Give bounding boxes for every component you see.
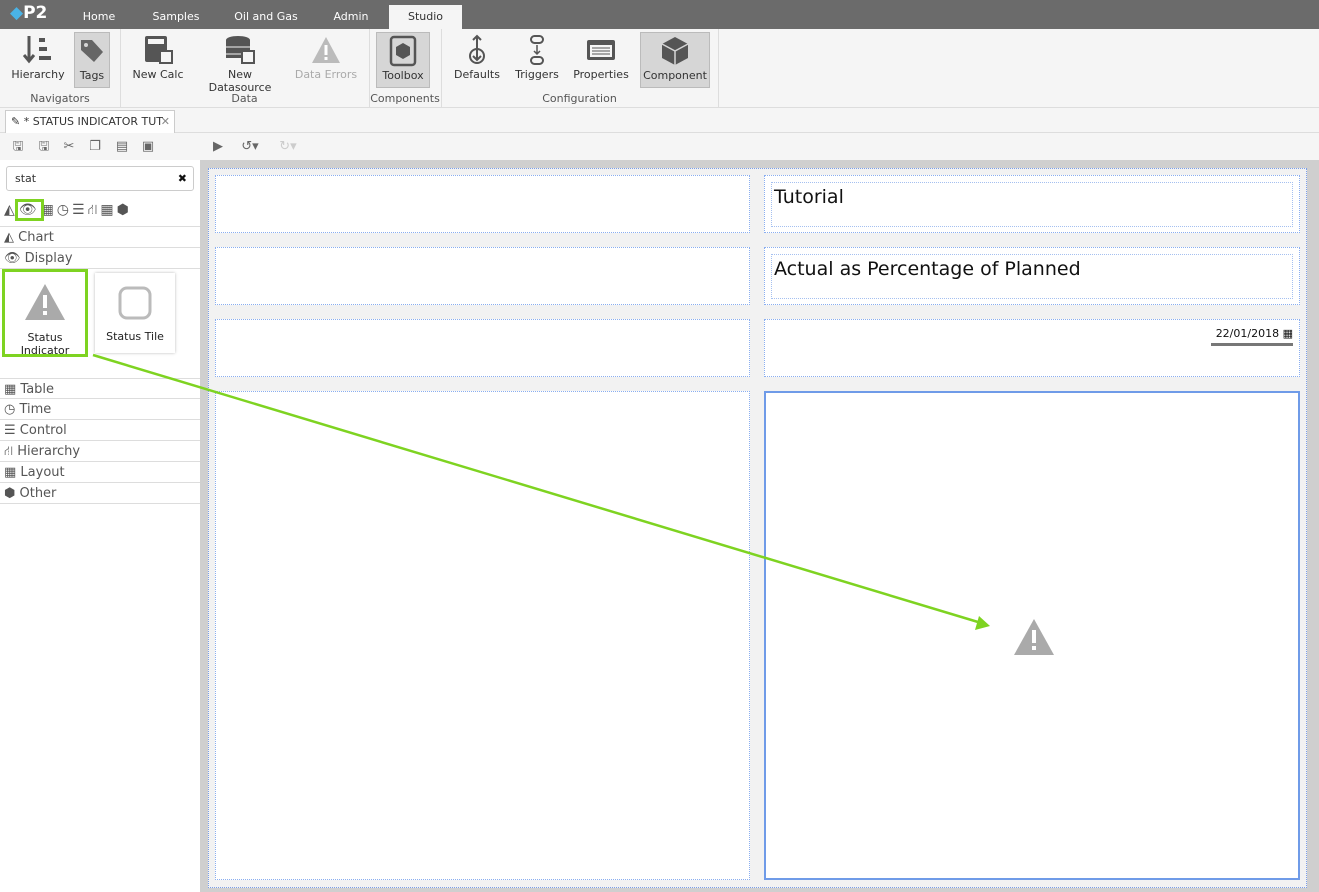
tab-home[interactable]: Home bbox=[70, 5, 128, 29]
toolbox-icon bbox=[377, 33, 429, 69]
tag-icon bbox=[75, 33, 109, 69]
data-errors-button[interactable]: Data Errors bbox=[294, 32, 358, 88]
document-tab-strip: ✎ * STATUS INDICATOR TUT ✕ bbox=[0, 108, 1319, 133]
title-cell[interactable]: Tutorial bbox=[764, 175, 1300, 233]
paste-icon[interactable]: ▤ bbox=[114, 139, 130, 155]
category-table[interactable]: ▦ Table bbox=[0, 378, 200, 399]
new-calc-button[interactable]: New Calc bbox=[130, 32, 186, 88]
category-layout[interactable]: ▦ Layout bbox=[0, 462, 200, 483]
save-icon[interactable]: 🖫 bbox=[10, 139, 26, 155]
ribbon: Hierarchy Tags New Calc New Datasource D… bbox=[0, 29, 1319, 108]
empty-cell[interactable] bbox=[215, 247, 750, 305]
toolbox-panel: stat ✖ ◭👁▦◷☰⛙▦⬢ ◭ Chart 👁 Display Status … bbox=[0, 160, 200, 892]
tags-button[interactable]: Tags bbox=[74, 32, 110, 88]
table-icon: ▦ bbox=[4, 382, 21, 397]
category-display[interactable]: 👁 Display bbox=[0, 248, 200, 269]
category-filter-bar: ◭👁▦◷☰⛙▦⬢ bbox=[4, 199, 132, 221]
rounded-square-icon bbox=[118, 286, 152, 320]
empty-cell[interactable] bbox=[215, 391, 750, 880]
edit-icon: ✎ bbox=[11, 115, 24, 128]
grid-icon: ▦ bbox=[4, 465, 21, 480]
properties-button[interactable]: Properties bbox=[571, 32, 631, 88]
chart-icon: ◭ bbox=[4, 230, 19, 245]
redo-icon[interactable]: ↻▾ bbox=[274, 139, 302, 155]
warning-icon bbox=[1014, 619, 1054, 655]
display-filter-icon[interactable]: 👁 bbox=[14, 199, 44, 221]
date-cell[interactable]: 22/01/2018 ▦ bbox=[764, 319, 1300, 377]
calculator-icon bbox=[130, 32, 186, 68]
copy-icon[interactable]: ❐ bbox=[87, 139, 103, 155]
design-canvas[interactable]: Tutorial Actual as Percentage of Planned… bbox=[200, 160, 1319, 892]
group-configuration: Configuration bbox=[542, 92, 617, 105]
hierarchy-button[interactable]: Hierarchy bbox=[10, 32, 66, 88]
category-control[interactable]: ☰ Control bbox=[0, 420, 200, 441]
top-nav-bar: ◆P2 Home Samples Oil and Gas Admin Studi… bbox=[0, 0, 1319, 29]
subtitle-label[interactable]: Actual as Percentage of Planned bbox=[771, 254, 1293, 299]
tab-admin[interactable]: Admin bbox=[322, 5, 380, 29]
document-tab[interactable]: ✎ * STATUS INDICATOR TUT ✕ bbox=[5, 110, 175, 133]
component-button[interactable]: Component bbox=[640, 32, 710, 88]
database-icon bbox=[196, 32, 284, 68]
cut-icon[interactable]: ✂ bbox=[61, 139, 77, 155]
hierarchy-filter-icon[interactable]: ⛙ bbox=[88, 202, 101, 218]
close-tab-icon[interactable]: ✕ bbox=[161, 111, 170, 132]
cube-icon: ⬢ bbox=[4, 486, 20, 501]
tab-samples[interactable]: Samples bbox=[142, 5, 210, 29]
clock-icon: ◷ bbox=[4, 402, 20, 417]
preview-icon[interactable]: ▣ bbox=[140, 139, 156, 155]
warning-icon bbox=[25, 284, 65, 320]
undo-icon[interactable]: ↺▾ bbox=[236, 139, 264, 155]
layout-grid: Tutorial Actual as Percentage of Planned… bbox=[208, 168, 1307, 888]
triggers-icon bbox=[512, 32, 562, 68]
defaults-icon bbox=[452, 32, 502, 68]
hierarchy-icon bbox=[10, 32, 66, 68]
group-navigators: Navigators bbox=[30, 92, 90, 105]
eye-icon: 👁 bbox=[4, 251, 25, 266]
new-datasource-button[interactable]: New Datasource bbox=[196, 32, 284, 94]
category-time[interactable]: ◷ Time bbox=[0, 399, 200, 420]
chart-filter-icon[interactable]: ◭ bbox=[4, 202, 18, 218]
control-filter-icon[interactable]: ☰ bbox=[72, 202, 88, 218]
status-indicator-tile[interactable]: Status Indicator bbox=[2, 269, 88, 357]
category-other[interactable]: ⬢ Other bbox=[0, 483, 200, 504]
subtitle-cell[interactable]: Actual as Percentage of Planned bbox=[764, 247, 1300, 305]
cube-icon bbox=[641, 33, 709, 69]
properties-icon bbox=[571, 32, 631, 68]
status-indicator-drop-cell[interactable] bbox=[764, 391, 1300, 880]
p2-logo: ◆P2 bbox=[10, 3, 48, 23]
warning-icon bbox=[294, 32, 358, 68]
date-picker[interactable]: 22/01/2018 ▦ bbox=[1211, 327, 1293, 346]
tab-oil-and-gas[interactable]: Oil and Gas bbox=[225, 5, 307, 29]
sitemap-icon: ⛙ bbox=[4, 444, 18, 459]
category-chart[interactable]: ◭ Chart bbox=[0, 227, 200, 248]
other-filter-icon[interactable]: ⬢ bbox=[117, 202, 132, 218]
empty-cell[interactable] bbox=[215, 175, 750, 233]
toolbox-button[interactable]: Toolbox bbox=[376, 32, 430, 88]
group-components: Components bbox=[370, 92, 440, 105]
defaults-button[interactable]: Defaults bbox=[452, 32, 502, 88]
group-data: Data bbox=[231, 92, 258, 105]
toolbox-search-input[interactable]: stat ✖ bbox=[6, 166, 194, 191]
save-as-icon[interactable]: 🖫 bbox=[36, 139, 52, 155]
sliders-icon: ☰ bbox=[4, 423, 20, 438]
category-hierarchy[interactable]: ⛙ Hierarchy bbox=[0, 441, 200, 462]
editor-toolbar: 🖫 🖫 ✂ ❐ ▤ ▣ ▶ ↺▾ ↻▾ bbox=[0, 133, 1319, 160]
run-icon[interactable]: ▶ bbox=[210, 139, 226, 155]
status-tile-tile[interactable]: Status Tile bbox=[95, 273, 175, 353]
layout-filter-icon[interactable]: ▦ bbox=[100, 202, 116, 218]
tab-studio[interactable]: Studio bbox=[389, 5, 462, 29]
empty-cell[interactable] bbox=[215, 319, 750, 377]
triggers-button[interactable]: Triggers bbox=[512, 32, 562, 88]
time-filter-icon[interactable]: ◷ bbox=[57, 202, 72, 218]
clear-search-icon[interactable]: ✖ bbox=[178, 167, 187, 190]
calendar-icon: ▦ bbox=[1282, 327, 1293, 340]
title-label[interactable]: Tutorial bbox=[771, 182, 1293, 227]
table-filter-icon[interactable]: ▦ bbox=[41, 202, 57, 218]
